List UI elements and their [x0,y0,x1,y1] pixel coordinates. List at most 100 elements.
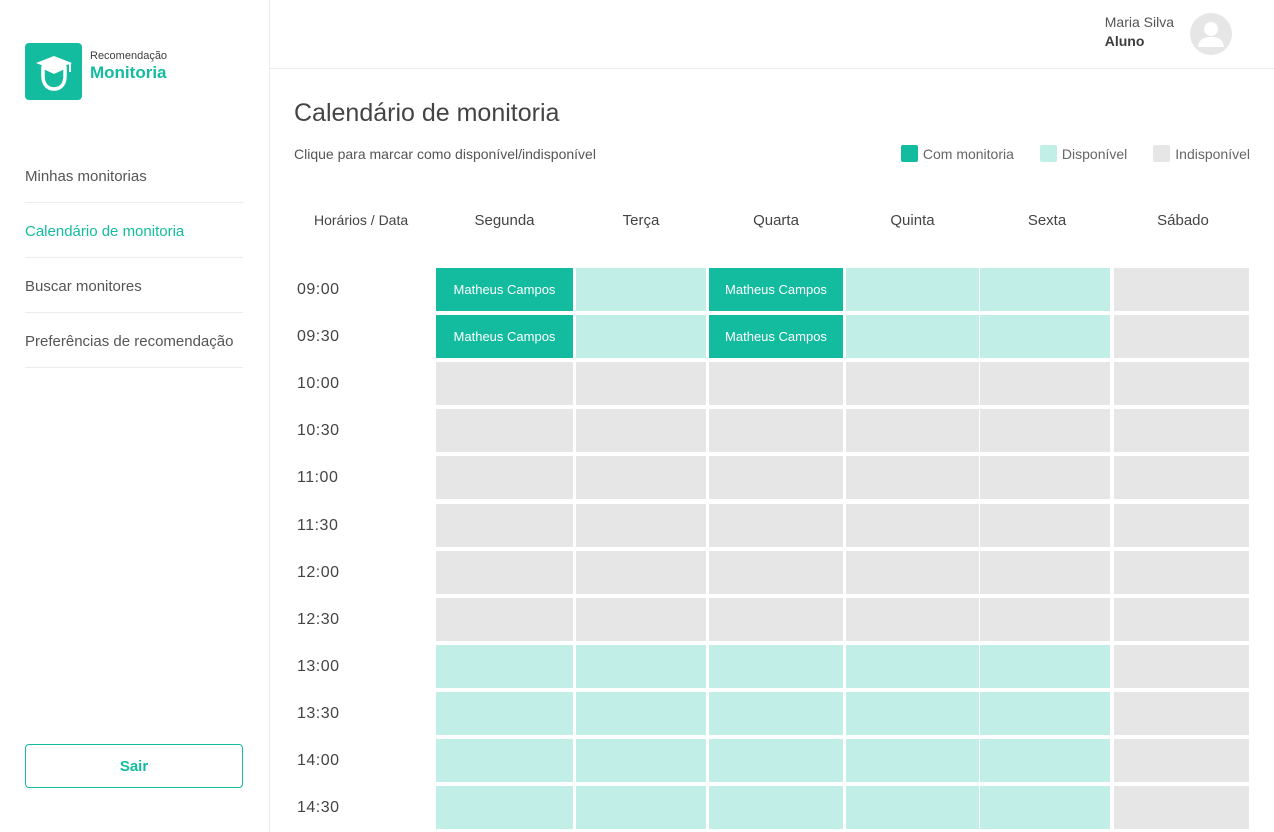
legend-swatch [1039,145,1057,162]
calendar-cell[interactable] [980,551,1110,594]
calendar-cell[interactable] [709,551,843,594]
calendar-cell[interactable] [436,598,573,641]
calendar-cell[interactable] [846,268,979,311]
calendar-cell[interactable] [980,739,1110,782]
calendar-cell[interactable] [576,409,706,452]
calendar-cell[interactable] [576,456,706,499]
calendar-cell[interactable] [576,362,706,405]
calendar-cell[interactable] [436,409,573,452]
calendar-cell[interactable] [1114,598,1249,641]
calendar-cell[interactable] [846,362,979,405]
calendar-cell[interactable] [980,645,1110,688]
calendar-cell[interactable] [576,268,706,311]
day-header: Quarta [753,212,799,229]
calendar-cell[interactable]: Matheus Campos [436,315,573,358]
calendar-cell[interactable]: Matheus Campos [436,268,573,311]
calendar-cell[interactable] [1114,739,1249,782]
legend: Com monitoria Disponível Indisponível [875,145,1250,162]
calendar-cell[interactable] [980,409,1110,452]
calendar-cell[interactable] [709,692,843,735]
calendar-cell[interactable] [1114,268,1249,311]
sidebar-item-calendario[interactable]: Calendário de monitoria [25,203,243,258]
calendar-cell[interactable]: Matheus Campos [709,268,843,311]
calendar-cell[interactable] [436,504,573,547]
calendar-cell[interactable] [436,692,573,735]
calendar-cell[interactable] [980,786,1110,829]
time-slot-label: 14:00 [297,752,340,769]
sidebar-nav: Minhas monitorias Calendário de monitori… [25,148,243,368]
calendar-cell[interactable]: Matheus Campos [709,315,843,358]
time-slot-label: 13:00 [297,658,340,675]
calendar-cell[interactable] [576,645,706,688]
calendar-cell[interactable] [846,409,979,452]
calendar-cell[interactable] [1114,645,1249,688]
sidebar: Recomendação Monitoria Minhas monitorias… [0,0,270,832]
calendar-cell[interactable] [436,456,573,499]
graduation-cap-icon [25,43,82,100]
calendar-cell[interactable] [846,645,979,688]
calendar-cell[interactable] [436,551,573,594]
time-slot-label: 11:30 [297,517,339,534]
calendar-cell[interactable] [846,315,979,358]
calendar-cell[interactable] [576,692,706,735]
calendar-cell[interactable] [576,551,706,594]
calendar-cell[interactable] [576,598,706,641]
calendar-cell[interactable] [1114,504,1249,547]
calendar-cell[interactable] [709,645,843,688]
calendar-cell[interactable] [709,362,843,405]
calendar-cell[interactable] [709,598,843,641]
calendar-cell[interactable] [846,456,979,499]
time-slot-label: 13:30 [297,705,340,722]
sidebar-item-minhas-monitorias[interactable]: Minhas monitorias [25,148,243,203]
calendar-cell[interactable] [709,504,843,547]
calendar-cell[interactable] [1114,692,1249,735]
calendar-cell[interactable] [1114,409,1249,452]
calendar-cell[interactable] [576,504,706,547]
calendar-cell[interactable] [436,739,573,782]
calendar-cell[interactable] [436,786,573,829]
calendar-cell[interactable] [980,692,1110,735]
calendar-cell[interactable] [980,456,1110,499]
calendar-cell[interactable] [1114,362,1249,405]
legend-label: Disponível [1061,145,1128,162]
calendar-cell[interactable] [846,786,979,829]
calendar-cell[interactable] [1114,551,1249,594]
calendar-cell[interactable] [846,598,979,641]
calendar-cell[interactable] [709,409,843,452]
calendar-cell[interactable] [576,786,706,829]
calendar-cell[interactable] [846,504,979,547]
calendar-cell[interactable] [576,315,706,358]
calendar-cell[interactable] [980,268,1110,311]
calendar-cell[interactable] [980,362,1110,405]
legend-item-indisponivel: Indisponível [1153,145,1250,162]
day-header: Sábado [1157,212,1209,229]
calendar-cell[interactable] [436,645,573,688]
corner-header: Horários / Data [314,212,409,228]
calendar-cell[interactable] [709,786,843,829]
calendar-cell[interactable] [709,456,843,499]
page-subtitle: Clique para marcar como disponível/indis… [294,146,596,162]
sidebar-item-preferencias[interactable]: Preferências de recomendação [25,313,243,368]
calendar-cell[interactable] [846,551,979,594]
calendar-cell[interactable] [1114,786,1249,829]
calendar-cell[interactable] [576,739,706,782]
time-slot-label: 14:30 [297,799,340,816]
calendar-cell[interactable] [980,598,1110,641]
time-slot-label: 09:30 [297,328,340,345]
calendar-cell[interactable] [846,739,979,782]
calendar-cell[interactable] [846,692,979,735]
calendar-cell[interactable] [980,504,1110,547]
user-avatar-icon[interactable] [1190,13,1232,55]
time-slot-label: 09:00 [297,281,340,298]
legend-label: Indisponível [1175,145,1250,162]
calendar-cell[interactable] [1114,456,1249,499]
page-title: Calendário de monitoria [294,99,560,127]
logout-button[interactable]: Sair [25,744,243,788]
calendar-cell[interactable] [436,362,573,405]
legend-swatch [1153,145,1171,162]
calendar-cell[interactable] [980,315,1110,358]
sidebar-item-buscar-monitores[interactable]: Buscar monitores [25,258,243,313]
calendar-cell[interactable] [709,739,843,782]
calendar-cell[interactable] [1114,315,1249,358]
time-slot-label: 10:30 [297,422,340,439]
